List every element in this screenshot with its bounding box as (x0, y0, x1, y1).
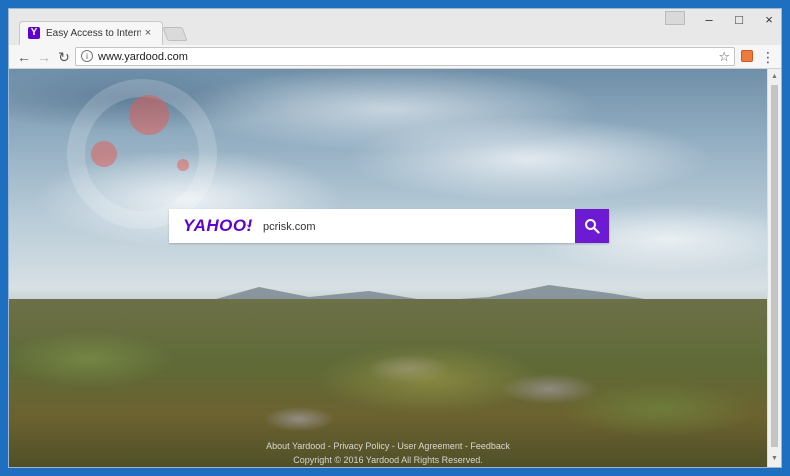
yahoo-logo[interactable]: YAHOO! (183, 215, 253, 237)
watermark-dot-icon (91, 141, 117, 167)
search-icon (585, 219, 600, 234)
chevron-down-icon[interactable]: ⌄ (245, 218, 253, 232)
address-url[interactable]: www.yardood.com (98, 50, 188, 64)
watermark-dot-icon (177, 159, 189, 171)
search-bar: YAHOO! ⌄ (169, 209, 609, 243)
tab-close-icon[interactable]: × (142, 27, 154, 39)
back-button[interactable]: ← (15, 48, 33, 66)
extension-icon[interactable] (741, 50, 753, 62)
scroll-down-icon[interactable]: ▼ (771, 455, 778, 463)
tab-title: Easy Access to Internet S (46, 28, 141, 39)
footer-copyright: Copyright © 2016 Yardood All Rights Rese… (293, 455, 483, 465)
browser-menu-button[interactable]: ⋮ (761, 48, 775, 66)
watermark-dot-icon (129, 95, 169, 135)
footer-link-about[interactable]: About Yardood (266, 441, 325, 451)
yahoo-favicon-icon: Y (28, 27, 40, 39)
browser-toolbar: ← → ↻ i www.yardood.com ☆ ⋮ (9, 45, 781, 69)
browser-window: Y Easy Access to Internet S × – □ × ← → … (8, 8, 782, 468)
site-info-icon[interactable]: i (81, 50, 93, 62)
forward-button[interactable]: → (35, 48, 53, 66)
minimize-button[interactable]: – (695, 11, 723, 29)
profile-icon[interactable] (665, 11, 685, 25)
bookmark-star-icon[interactable]: ☆ (718, 49, 730, 64)
scroll-thumb[interactable] (771, 85, 778, 447)
search-button[interactable] (575, 209, 609, 243)
tab-active[interactable]: Y Easy Access to Internet S × (19, 21, 163, 45)
close-window-button[interactable]: × (755, 11, 781, 29)
address-bar[interactable]: i www.yardood.com ☆ (75, 47, 735, 66)
tab-strip: Y Easy Access to Internet S × – □ × (9, 9, 781, 45)
footer-links: About Yardood - Privacy Policy - User Ag… (9, 440, 767, 452)
vertical-scrollbar[interactable]: ▲ ▼ (767, 69, 781, 467)
maximize-button[interactable]: □ (725, 11, 753, 29)
new-tab-button[interactable] (162, 27, 188, 41)
page-viewport: YAHOO! ⌄ About Yardood - Privacy Policy … (9, 69, 767, 467)
scroll-up-icon[interactable]: ▲ (771, 73, 778, 81)
footer-link-privacy[interactable]: Privacy Policy (333, 441, 389, 451)
footer-link-feedback[interactable]: Feedback (470, 441, 510, 451)
footer-link-agreement[interactable]: User Agreement (397, 441, 462, 451)
reload-button[interactable]: ↻ (55, 48, 73, 66)
search-input[interactable] (261, 215, 565, 239)
